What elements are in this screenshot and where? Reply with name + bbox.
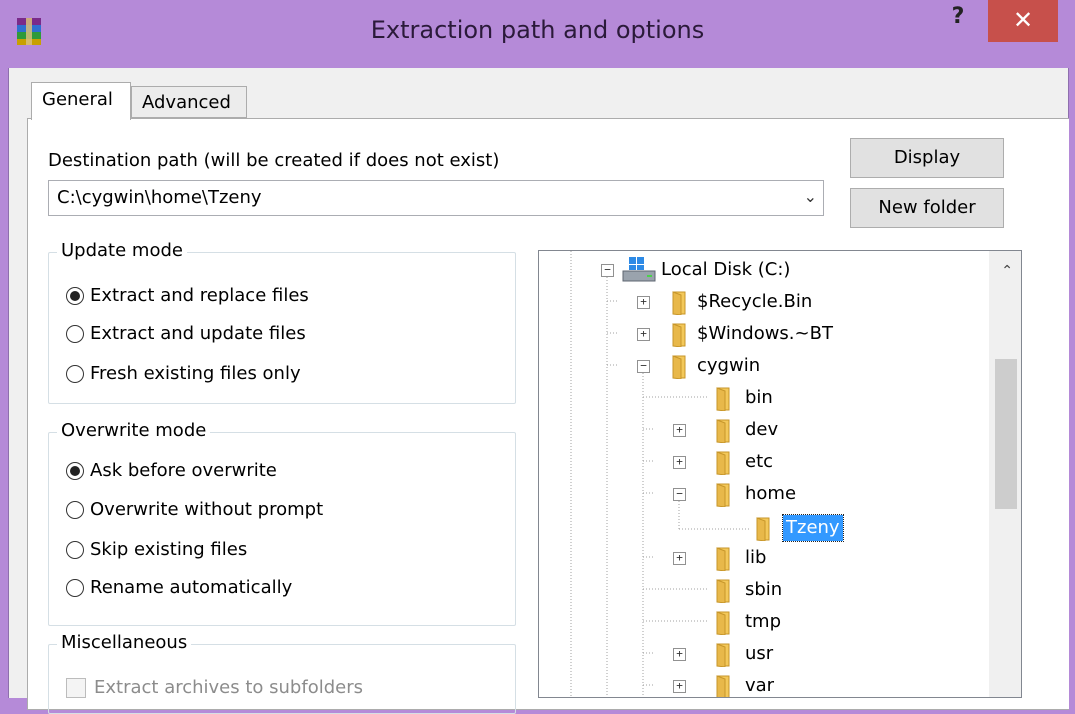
folder-icon xyxy=(672,291,686,315)
expand-icon[interactable]: + xyxy=(637,296,650,309)
expand-icon[interactable]: + xyxy=(673,456,686,469)
expand-icon[interactable]: + xyxy=(673,680,686,693)
radio-label: Extract and replace files xyxy=(90,285,309,306)
checkbox[interactable] xyxy=(66,677,86,698)
collapse-icon[interactable]: − xyxy=(601,264,614,277)
tree-item-home[interactable]: home xyxy=(745,481,796,507)
expand-icon[interactable]: + xyxy=(673,648,686,661)
tree-item-windows-bt[interactable]: $Windows.~BT xyxy=(697,321,833,347)
destination-path-label: Destination path (will be created if doe… xyxy=(48,150,500,171)
radio-button[interactable] xyxy=(66,540,84,559)
folder-open-icon xyxy=(756,517,770,541)
window-title: Extraction path and options xyxy=(370,16,705,44)
miscellaneous-title: Miscellaneous xyxy=(57,632,192,653)
folder-icon xyxy=(716,419,730,443)
tree-item-tzeny[interactable]: Tzeny xyxy=(782,514,844,542)
folder-icon xyxy=(716,451,730,475)
folder-icon xyxy=(716,675,730,697)
close-button[interactable]: ✕ xyxy=(988,0,1058,42)
tree-scrollbar[interactable]: ⌃ xyxy=(989,251,1021,697)
folder-icon xyxy=(716,611,730,635)
folder-icon xyxy=(716,387,730,411)
folder-icon xyxy=(716,483,730,507)
tree-item-cygwin[interactable]: cygwin xyxy=(697,353,760,379)
title-bar: Extraction path and options ? ✕ xyxy=(0,0,1075,68)
tree-item-local-disk[interactable]: Local Disk (C:) xyxy=(661,257,790,283)
tree-item-tmp[interactable]: tmp xyxy=(745,609,781,635)
radio-ask-before[interactable]: Ask before overwrite xyxy=(66,460,277,481)
radio-label: Rename automatically xyxy=(90,577,293,598)
tree-item-var[interactable]: var xyxy=(745,673,774,697)
destination-path-combobox[interactable]: C:\cygwin\home\Tzeny ⌄ xyxy=(48,180,824,216)
destination-path-value: C:\cygwin\home\Tzeny xyxy=(57,187,262,208)
new-folder-button[interactable]: New folder xyxy=(850,188,1004,228)
tree-item-etc[interactable]: etc xyxy=(745,449,773,475)
radio-button[interactable] xyxy=(66,578,84,597)
tab-advanced[interactable]: Advanced xyxy=(131,86,247,118)
chevron-up-icon[interactable]: ⌃ xyxy=(1001,263,1013,279)
help-button[interactable]: ? xyxy=(936,0,980,36)
chevron-down-icon[interactable]: ⌄ xyxy=(804,187,817,206)
folder-icon xyxy=(672,323,686,347)
radio-button[interactable] xyxy=(66,461,84,480)
radio-label: Overwrite without prompt xyxy=(90,499,324,520)
folder-icon xyxy=(672,355,686,379)
tree-item-bin[interactable]: bin xyxy=(745,385,773,411)
update-mode-title: Update mode xyxy=(57,240,187,261)
radio-label: Skip existing files xyxy=(90,539,248,560)
radio-button[interactable] xyxy=(66,286,84,305)
radio-label: Extract and update files xyxy=(90,323,306,344)
radio-fresh-existing[interactable]: Fresh existing files only xyxy=(66,363,301,384)
expand-icon[interactable]: + xyxy=(673,552,686,565)
checkbox-extract-to-subfolders[interactable]: Extract archives to subfolders xyxy=(66,677,363,698)
folder-tree[interactable]: − Local Disk (C:) + $Recycle.Bin + $Wind… xyxy=(538,250,1022,698)
radio-label: Ask before overwrite xyxy=(90,460,277,481)
radio-button[interactable] xyxy=(66,324,84,343)
folder-icon xyxy=(716,547,730,571)
tree-item-sbin[interactable]: sbin xyxy=(745,577,782,603)
checkbox-label: Extract archives to subfolders xyxy=(94,677,363,698)
radio-extract-update[interactable]: Extract and update files xyxy=(66,323,306,344)
tab-general[interactable]: General xyxy=(31,82,131,120)
radio-skip-existing[interactable]: Skip existing files xyxy=(66,539,247,560)
radio-button[interactable] xyxy=(66,364,84,383)
radio-label: Fresh existing files only xyxy=(90,363,301,384)
overwrite-mode-title: Overwrite mode xyxy=(57,420,211,441)
drive-icon xyxy=(622,257,656,282)
collapse-icon[interactable]: − xyxy=(673,488,686,501)
expand-icon[interactable]: + xyxy=(637,328,650,341)
tree-item-recycle-bin[interactable]: $Recycle.Bin xyxy=(697,289,812,315)
radio-rename-automatically[interactable]: Rename automatically xyxy=(66,577,292,598)
expand-icon[interactable]: + xyxy=(673,424,686,437)
display-button[interactable]: Display xyxy=(850,138,1004,178)
tree-item-dev[interactable]: dev xyxy=(745,417,778,443)
scrollbar-thumb[interactable] xyxy=(995,359,1017,509)
folder-icon xyxy=(716,579,730,603)
radio-overwrite-without-prompt[interactable]: Overwrite without prompt xyxy=(66,499,323,520)
folder-icon xyxy=(716,643,730,667)
tree-item-lib[interactable]: lib xyxy=(745,545,766,571)
tree-item-usr[interactable]: usr xyxy=(745,641,773,667)
radio-button[interactable] xyxy=(66,500,84,519)
collapse-icon[interactable]: − xyxy=(637,360,650,373)
radio-extract-replace[interactable]: Extract and replace files xyxy=(66,285,309,306)
